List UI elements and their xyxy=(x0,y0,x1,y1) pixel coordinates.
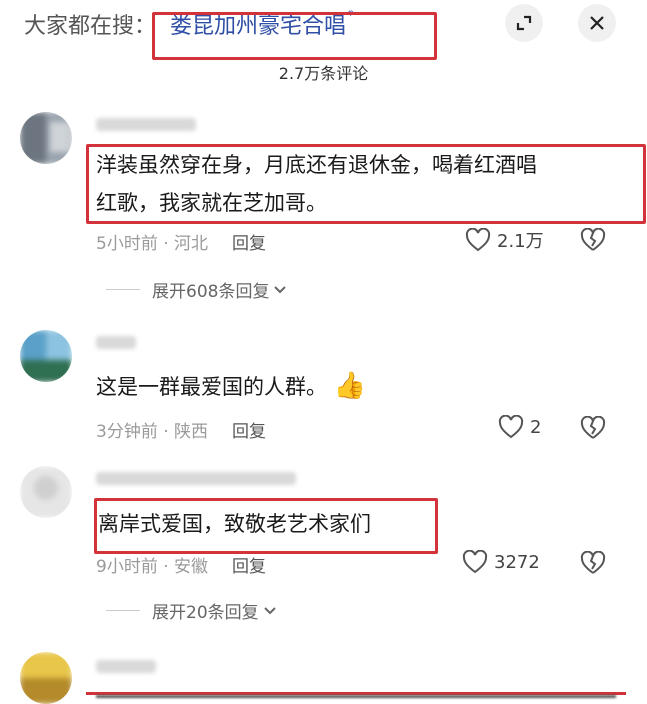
heart-icon xyxy=(465,228,491,252)
separator: · xyxy=(157,557,175,577)
expand-replies[interactable]: 展开608条回复 xyxy=(106,277,287,302)
expand-replies-label: 展开20条回复 xyxy=(152,603,259,623)
like-count: 3272 xyxy=(494,551,540,573)
like-button[interactable]: 2.1万 xyxy=(465,227,544,253)
minimize-button[interactable] xyxy=(505,4,543,42)
reply-button[interactable]: 回复 xyxy=(232,422,266,442)
avatar[interactable] xyxy=(20,466,72,518)
like-count: 2 xyxy=(530,416,542,438)
thumbs-up-emoji: 👍 xyxy=(333,371,367,401)
search-prefix: 大家都在搜： xyxy=(24,14,157,39)
broken-heart-icon xyxy=(580,550,606,574)
comment-text-line: 这是一群最爱国的人群。 xyxy=(96,375,327,399)
chevron-down-icon xyxy=(263,606,276,614)
comment-meta: 3分钟前 · 陕西 回复 xyxy=(96,417,266,442)
comment-meta: 9小时前 · 安徽 回复 xyxy=(96,552,266,577)
like-count: 2.1万 xyxy=(497,231,544,252)
dislike-button[interactable] xyxy=(580,415,606,444)
comment-location: 河北 xyxy=(174,234,209,254)
heart-icon xyxy=(462,550,488,574)
reply-button[interactable]: 回复 xyxy=(232,557,266,577)
separator: · xyxy=(157,422,175,442)
dislike-button[interactable] xyxy=(580,227,606,256)
expand-replies[interactable]: 展开20条回复 xyxy=(106,598,277,623)
minimize-icon xyxy=(516,15,532,31)
comment-text-line: 洋装虽然穿在身，月底还有退休金，喝着红酒唱 xyxy=(96,153,537,177)
close-icon xyxy=(590,16,604,30)
reply-button[interactable]: 回复 xyxy=(232,234,266,254)
divider xyxy=(106,289,140,290)
broken-heart-icon xyxy=(580,415,606,439)
search-term-highlight xyxy=(152,12,437,60)
comment-location: 陕西 xyxy=(174,422,209,442)
comment-count: 2.7万条评论 xyxy=(278,64,369,83)
like-button[interactable]: 3272 xyxy=(462,550,540,574)
chevron-down-icon xyxy=(274,285,287,293)
username-blurred[interactable] xyxy=(96,336,136,349)
expand-replies-label: 展开608条回复 xyxy=(152,282,270,302)
comment-time: 9小时前 xyxy=(96,557,158,577)
comment-time: 5小时前 xyxy=(96,234,158,254)
close-button[interactable] xyxy=(578,4,616,42)
avatar[interactable] xyxy=(20,330,72,382)
comment-location: 安徽 xyxy=(174,557,209,577)
comment-text: 洋装虽然穿在身，月底还有退休金，喝着红酒唱 红歌，我家就在芝加哥。 xyxy=(96,146,537,222)
separator: · xyxy=(157,234,175,254)
comment-text-line: 红歌，我家就在芝加哥。 xyxy=(96,191,327,215)
heart-icon xyxy=(498,415,524,439)
username-blurred[interactable] xyxy=(96,472,296,485)
divider xyxy=(106,610,140,611)
username-blurred[interactable] xyxy=(96,118,196,131)
avatar[interactable] xyxy=(20,112,72,164)
comment-meta: 5小时前 · 河北 回复 xyxy=(96,229,266,254)
broken-heart-icon xyxy=(580,227,606,251)
comment-text: 这是一群最爱国的人群。 👍 xyxy=(96,367,366,406)
avatar[interactable] xyxy=(20,652,72,704)
comment-time: 3分钟前 xyxy=(96,422,158,442)
comment-text: 离岸式爱国，致敬老艺术家们 xyxy=(98,512,371,536)
username-blurred[interactable] xyxy=(96,660,156,673)
like-button[interactable]: 2 xyxy=(498,415,541,439)
dislike-button[interactable] xyxy=(580,550,606,579)
